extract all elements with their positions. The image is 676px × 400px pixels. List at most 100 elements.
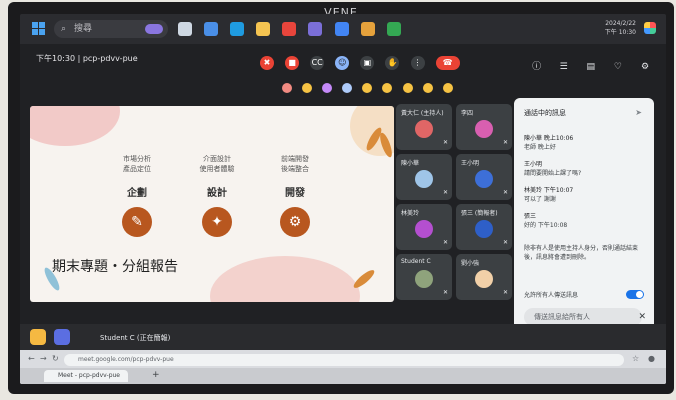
- camera-off-button[interactable]: ■: [285, 55, 300, 70]
- more-options-button[interactable]: ⋮: [410, 55, 425, 70]
- meet-icon[interactable]: [386, 22, 401, 36]
- participant-tile[interactable]: 林美玲 ✕: [396, 204, 452, 250]
- raise-hand-button[interactable]: ✋: [385, 55, 400, 70]
- participant-tile[interactable]: 張三 (簡報者) ✕: [456, 204, 512, 250]
- allow-messages-row: 允許所有人傳送訊息: [524, 288, 644, 302]
- copilot-icon: [145, 24, 163, 34]
- mic-off-button[interactable]: ✖: [260, 55, 274, 70]
- present-screen-button[interactable]: ▣: [360, 55, 375, 70]
- allow-messages-toggle[interactable]: [626, 290, 644, 299]
- plan-icon: ✎: [122, 207, 152, 237]
- participant-tile[interactable]: 李四 ✕: [456, 104, 512, 150]
- leaf-decor-icon: [351, 267, 377, 291]
- leave-call-button[interactable]: ☎: [435, 55, 460, 70]
- emoji-reaction-button[interactable]: ☺: [335, 55, 350, 70]
- chat-sender: 陳小華 晚上10:06: [524, 135, 574, 142]
- profile-icon[interactable]: ●: [648, 354, 655, 363]
- chat-icon[interactable]: ▤: [586, 62, 596, 72]
- participant-tile[interactable]: 劉小強 ✕: [456, 254, 512, 300]
- clap-reaction-icon[interactable]: [342, 83, 353, 93]
- mic-muted-icon: ✕: [502, 239, 508, 246]
- clock-date: 2024/2/22: [605, 20, 636, 27]
- close-icon[interactable]: ✕: [638, 312, 646, 322]
- system-clock[interactable]: 2024/2/22 下午 10:30: [605, 19, 636, 37]
- forward-icon[interactable]: →: [40, 354, 47, 363]
- slide-column-heading: 企劃: [127, 188, 147, 199]
- laugh-reaction-icon[interactable]: [362, 83, 373, 93]
- chrome-icon[interactable]: [334, 22, 349, 36]
- participant-tile[interactable]: 黃大仁 (主持人) ✕: [396, 104, 452, 150]
- participant-tile[interactable]: 陳小華 ✕: [396, 154, 452, 200]
- send-icon[interactable]: ➤: [635, 108, 642, 117]
- chat-message: 張三 好的 下午10:08: [524, 212, 642, 230]
- mic-muted-icon: ✕: [502, 189, 508, 196]
- avatar: [475, 220, 493, 238]
- participant-tile[interactable]: Student C ✕: [396, 254, 452, 300]
- teams-icon[interactable]: [308, 22, 323, 36]
- screen: ⌕ 搜尋 2024/2/22 下午 10:30 下午10:30 | pcp-pd…: [20, 14, 666, 384]
- participant-name: 黃大仁 (主持人): [401, 110, 444, 117]
- avatar: [415, 120, 433, 138]
- activities-icon[interactable]: ♡: [613, 62, 623, 72]
- mic-muted-icon: ✕: [442, 189, 448, 196]
- slide-bullet: 使用者體驗: [199, 165, 235, 173]
- chat-sender: 王小明: [524, 161, 543, 168]
- shared-slide: 市場分析 產品定位 企劃 ✎ 介面設計 使用者體驗 設計 ✦ 前端開發 後端整合…: [30, 106, 394, 302]
- clock-time: 下午 10:30: [604, 29, 636, 36]
- sad-reaction-icon[interactable]: [402, 83, 413, 93]
- pin-icon[interactable]: [30, 329, 46, 345]
- party-reaction-icon[interactable]: [322, 83, 333, 93]
- surprised-reaction-icon[interactable]: [382, 83, 393, 93]
- people-icon[interactable]: ☰: [559, 62, 569, 72]
- participant-tile[interactable]: 王小明 ✕: [456, 154, 512, 200]
- app-icon[interactable]: [360, 22, 375, 36]
- chat-message: 陳小華 晚上10:06 老師 晚上好: [524, 134, 642, 152]
- store-icon[interactable]: [204, 22, 219, 36]
- tray-app-icon[interactable]: [644, 22, 656, 34]
- taskbar-search[interactable]: ⌕ 搜尋: [54, 20, 168, 38]
- call-controls: ✖ ■ CC ☺ ▣ ✋ ⋮ ☎: [260, 52, 466, 71]
- participant-name: 劉小強: [461, 260, 480, 267]
- mic-muted-icon: ✕: [442, 139, 448, 146]
- slide-bullet: 後端整合: [281, 165, 309, 173]
- thumbs-up-reaction-icon[interactable]: [442, 83, 453, 93]
- allow-messages-label: 允許所有人傳送訊息: [524, 292, 579, 299]
- meeting-side-controls: ⓘ ☰ ▤ ♡ ⚙: [520, 54, 650, 73]
- info-icon[interactable]: ⓘ: [532, 62, 542, 72]
- dev-icon: ⚙: [280, 207, 310, 237]
- thumbs-down-reaction-icon[interactable]: [302, 83, 313, 93]
- meeting-time-code: 下午10:30 | pcp-pdvv-pue: [36, 54, 138, 63]
- avatar: [415, 170, 433, 188]
- avatar: [415, 270, 433, 288]
- heart-reaction-icon[interactable]: [282, 83, 292, 93]
- chat-text: 請問要開始上課了嗎?: [524, 170, 582, 177]
- chat-text: 老師 晚上好: [524, 144, 556, 151]
- file-explorer-icon[interactable]: [256, 22, 271, 36]
- chat-sender: 張三: [524, 213, 537, 220]
- task-view-icon[interactable]: [178, 22, 192, 36]
- new-tab-icon[interactable]: +: [152, 370, 160, 380]
- browser-tab[interactable]: Meet - pcp-pdvv-pue: [44, 370, 128, 382]
- office-icon[interactable]: [282, 22, 297, 36]
- slide-bullet: 介面設計: [203, 155, 231, 163]
- windows-start-icon[interactable]: [32, 22, 46, 36]
- mic-muted-icon: ✕: [442, 289, 448, 296]
- layout-icon[interactable]: [54, 329, 70, 345]
- address-bar[interactable]: meet.google.com/pcp-pdvv-pue: [64, 354, 624, 366]
- captions-button[interactable]: CC: [310, 55, 325, 70]
- reaction-bar: [282, 78, 458, 97]
- participant-name: Student C: [401, 258, 431, 265]
- slide-bullet: 產品定位: [123, 165, 151, 173]
- extensions-icon[interactable]: ☆: [632, 354, 639, 363]
- edge-icon[interactable]: [230, 22, 245, 36]
- avatar: [475, 270, 493, 288]
- thinking-reaction-icon[interactable]: [422, 83, 433, 93]
- slide-title: 期末專題・分組報告: [52, 259, 178, 275]
- taskbar-apps: [178, 21, 408, 40]
- avatar: [415, 220, 433, 238]
- reload-icon[interactable]: ↻: [52, 354, 59, 363]
- chat-message: 王小明 請問要開始上課了嗎?: [524, 160, 642, 178]
- back-icon[interactable]: ←: [28, 354, 35, 363]
- host-controls-icon[interactable]: ⚙: [640, 62, 650, 72]
- taskbar: ⌕ 搜尋 2024/2/22 下午 10:30: [20, 14, 666, 44]
